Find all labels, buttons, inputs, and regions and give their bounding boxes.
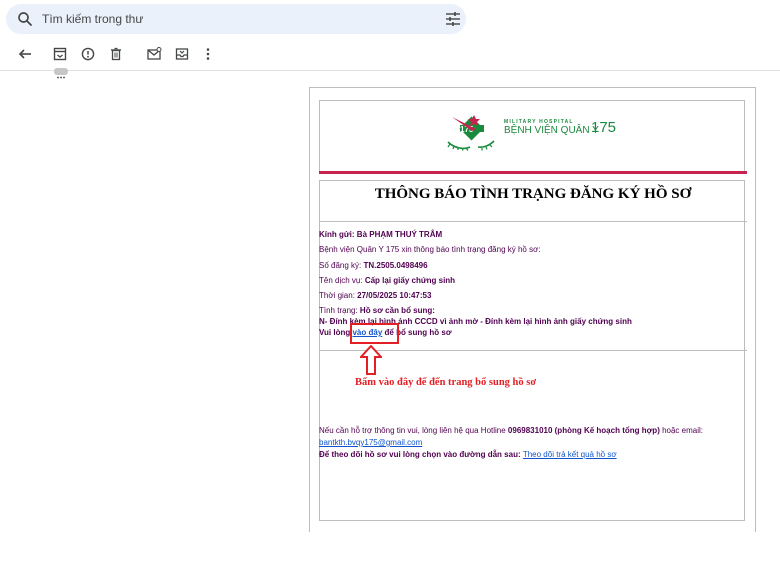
report-spam-icon[interactable] (80, 46, 96, 62)
email-body: 175 MILITARY HOSPITAL BỆNH VIỆN QUÂN Y 1… (309, 87, 756, 532)
logo-hospital-name: BỆNH VIỆN QUÂN Y (504, 125, 599, 136)
support-email-link[interactable]: bantkth.bvqy175@gmail.com (319, 438, 422, 447)
mark-unread-icon[interactable] (146, 46, 162, 62)
header-accent-line (319, 171, 747, 174)
greeting-line: Kính gửi: Bà PHẠM THUÝ TRÂM (319, 230, 443, 239)
more-options-icon[interactable] (200, 46, 216, 62)
ellipsis-icon (57, 76, 65, 79)
instruction-annotation: Bấm vào đây để đến trang bổ sung hồ sơ (355, 377, 537, 388)
service-name: Cấp lại giấy chứng sinh (364, 276, 456, 285)
track-result-link[interactable]: Theo dõi trả kết quả hồ sơ (523, 450, 617, 459)
logo-hospital-number: 175 (591, 119, 617, 136)
show-trimmed-content-icon[interactable] (54, 68, 68, 79)
search-bar[interactable] (6, 4, 466, 34)
title-divider (319, 221, 747, 222)
highlight-box (350, 323, 399, 344)
move-to-icon[interactable] (174, 46, 190, 62)
time-value: 27/05/2025 10:47:53 (357, 291, 432, 300)
track-line: Để theo dõi hồ sơ vui lòng chọn vào đườn… (319, 450, 617, 459)
support-hotline: 0969831010 (phòng Kế hoạch tổng hợp) (507, 426, 660, 435)
arrow-up-icon (360, 345, 382, 375)
registration-line: Số đăng ký: TN.2505.0498496 (319, 261, 428, 270)
service-line: Tên dịch vụ: Cấp lại giấy chứng sinh (319, 276, 456, 285)
support-email-line: bantkth.bvqy175@gmail.com (319, 438, 422, 447)
back-arrow-icon[interactable] (17, 46, 33, 62)
recipient-name: Bà PHẠM THUÝ TRÂM (356, 230, 443, 239)
intro-line: Bệnh viện Quân Y 175 xin thông báo tình … (319, 245, 541, 254)
time-line: Thời gian: 27/05/2025 10:47:53 (319, 291, 432, 300)
toolbar-divider (0, 70, 780, 71)
support-line: Nếu cần hỗ trợ thông tin vui, lòng liên … (319, 426, 703, 435)
email-header-box (319, 100, 745, 172)
hospital-logo-icon: 175 (447, 115, 495, 151)
search-input[interactable] (42, 10, 422, 28)
delete-icon[interactable] (108, 46, 124, 62)
section-divider (319, 350, 747, 351)
search-options-icon[interactable] (445, 12, 461, 26)
status-line: Tình trạng: Hồ sơ cần bổ sung: (319, 306, 435, 315)
status-value: Hồ sơ cần bổ sung: (359, 306, 435, 315)
archive-icon[interactable] (52, 46, 68, 62)
registration-number: TN.2505.0498496 (363, 261, 428, 270)
search-icon[interactable] (16, 10, 34, 28)
notice-title: THÔNG BÁO TÌNH TRẠNG ĐĂNG KÝ HỒ SƠ (374, 186, 692, 202)
